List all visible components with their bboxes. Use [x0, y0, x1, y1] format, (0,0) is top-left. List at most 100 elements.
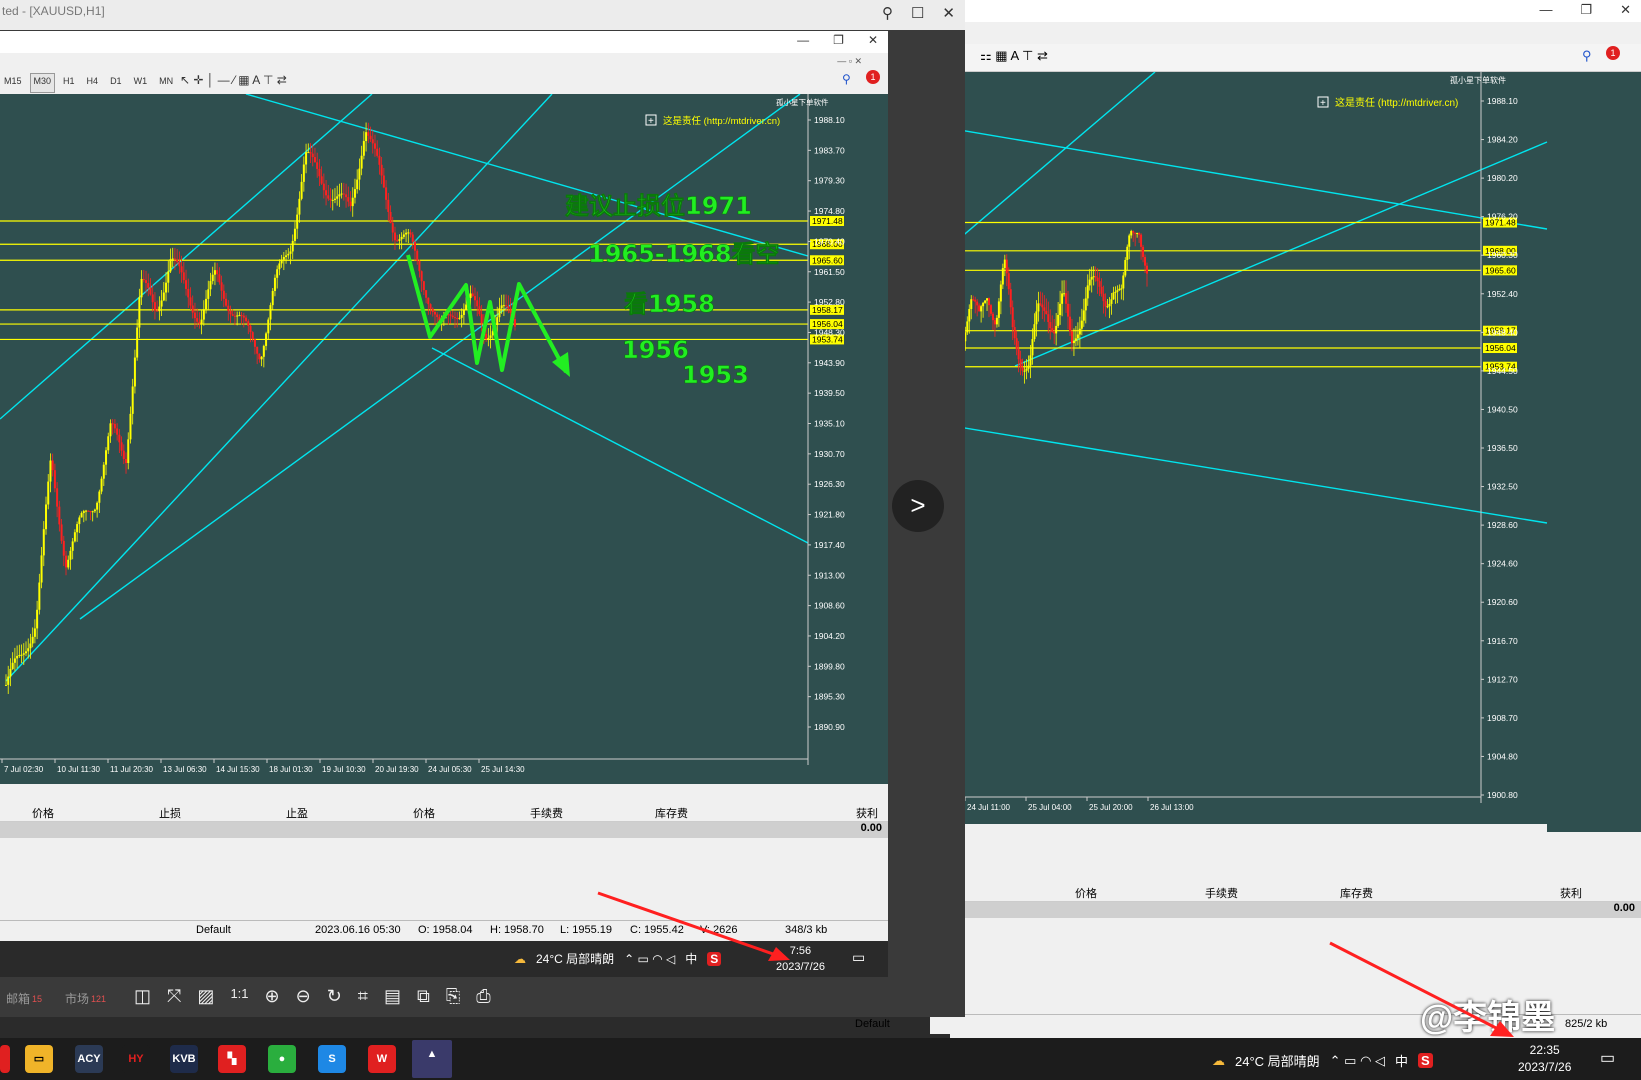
candle-body: [489, 335, 492, 338]
save-icon[interactable]: ⎘: [446, 986, 460, 1007]
restore-icon[interactable]: ❐: [833, 33, 844, 47]
close-icon[interactable]: ✕: [868, 33, 878, 47]
x-tick-label-4: 14 Jul 15:30: [216, 765, 260, 774]
sub-window-buttons[interactable]: — ▫ ✕: [837, 56, 862, 67]
word-icon[interactable]: ▤: [384, 986, 401, 1007]
tf-m30[interactable]: M30: [29, 73, 56, 93]
folder-icon[interactable]: ▭: [25, 1045, 53, 1073]
candle-body: [1059, 303, 1062, 315]
sogou-icon[interactable]: S: [707, 951, 722, 966]
candle-body: [356, 179, 359, 190]
notification-badge[interactable]: 1: [1606, 46, 1620, 60]
candle-body: [1063, 293, 1066, 295]
candle-body: [1110, 299, 1113, 304]
candle-body: [58, 506, 61, 525]
candle-body: [1126, 246, 1129, 261]
candle-body: [51, 460, 54, 471]
candle-body: [1047, 314, 1050, 323]
restore-icon[interactable]: ❐: [1580, 2, 1592, 18]
candle-body: [62, 540, 65, 556]
candle-body: [1128, 235, 1131, 247]
app-s-icon[interactable]: S: [318, 1045, 346, 1073]
close-icon[interactable]: ✕: [942, 4, 955, 22]
search-icon[interactable]: ⚲: [842, 72, 851, 86]
x-tick-label-4: 25 Jul 20:00: [1089, 803, 1133, 812]
ime-indicator[interactable]: 中: [685, 950, 697, 967]
status-volume: V: 2626: [700, 924, 738, 936]
app-hy[interactable]: HY: [122, 1045, 150, 1073]
ime-indicator[interactable]: 中: [1395, 1051, 1408, 1070]
trade-table-header: 价格 止损 止盈 价格 手续费 库存费 获利: [0, 802, 888, 822]
tab-market[interactable]: 市场: [65, 990, 89, 1007]
copy-icon[interactable]: ⧉: [417, 986, 430, 1007]
notification-icon[interactable]: ▭: [1600, 1048, 1615, 1068]
left-chart[interactable]: 1971.481968.001965.601958.171956.041953.…: [0, 94, 888, 784]
candle-body: [367, 132, 370, 136]
close-icon[interactable]: ✕: [1620, 2, 1631, 18]
candle-body: [289, 251, 292, 254]
candle-body: [231, 314, 234, 316]
image-edit-icon[interactable]: ▨: [197, 986, 214, 1007]
actual-size-icon[interactable]: 1:1: [230, 986, 248, 1007]
minimize-icon[interactable]: —: [1539, 2, 1552, 18]
maximize-icon[interactable]: ☐: [911, 4, 924, 22]
app-kvb[interactable]: KVB: [170, 1045, 198, 1073]
candle-body: [76, 524, 79, 533]
wechat-icon[interactable]: ●: [268, 1045, 296, 1073]
right-chart[interactable]: 1971.481968.001965.601958.171956.041953.…: [930, 72, 1641, 832]
status-datetime: 2023.06.16 05:30: [315, 924, 401, 936]
tool-icons[interactable]: ⚏ ▦ A ⊤ ⇄: [980, 48, 1048, 64]
candle-body: [1041, 304, 1044, 308]
tf-mn[interactable]: MN: [155, 73, 177, 93]
col-fee: 手续费: [1205, 888, 1238, 900]
sogou-icon[interactable]: S: [1418, 1053, 1433, 1068]
candle-body: [162, 292, 165, 301]
tf-h1[interactable]: H1: [59, 73, 79, 93]
candle-body: [247, 321, 250, 326]
right-profit-total: 0.00: [930, 902, 1641, 918]
candle-body: [1132, 231, 1135, 233]
candle-body: [156, 310, 159, 312]
viewer-tools: ◫ ⤧ ▨ 1:1 ⊕ ⊖ ↻ ⌗ ▤ ⧉ ⎘ ⎙: [134, 986, 491, 1007]
tf-h4[interactable]: H4: [83, 73, 103, 93]
split-icon[interactable]: ◫: [134, 986, 151, 1007]
app-acy[interactable]: ACY: [75, 1045, 103, 1073]
candle-body: [1017, 349, 1020, 360]
cursor-tools[interactable]: ↖ ✛ │ — ⁄ ▦ A ⊤ ⇄: [180, 73, 287, 87]
tf-w1[interactable]: W1: [130, 73, 152, 93]
candle-body: [986, 298, 989, 301]
tf-d1[interactable]: D1: [106, 73, 126, 93]
col-price: 价格: [32, 808, 54, 820]
zoom-out-icon[interactable]: ⊖: [296, 986, 311, 1007]
tray-icons[interactable]: ⌃ ▭ ◠ ◁: [1330, 1053, 1385, 1069]
pdf-icon[interactable]: ▚: [218, 1045, 246, 1073]
candle-body: [449, 314, 452, 316]
print-icon[interactable]: ⎙: [476, 986, 490, 1007]
candle-body: [1053, 331, 1056, 334]
fit-icon[interactable]: ⤧: [167, 986, 181, 1007]
candle-body: [458, 317, 461, 319]
candle-body: [13, 658, 16, 663]
rotate-icon[interactable]: ↻: [327, 986, 342, 1007]
app-wps[interactable]: W: [368, 1045, 396, 1073]
candle-body: [131, 386, 134, 414]
next-image-button[interactable]: >: [892, 480, 944, 532]
zoom-in-icon[interactable]: ⊕: [265, 986, 280, 1007]
app-icon-red[interactable]: [0, 1045, 10, 1073]
candle-body: [500, 305, 503, 309]
notification-badge[interactable]: 1: [866, 70, 880, 84]
candle-body: [1074, 338, 1077, 341]
tf-m15[interactable]: M15: [0, 73, 26, 93]
candle-body: [376, 148, 379, 156]
crop-icon[interactable]: ⌗: [358, 986, 368, 1007]
photos-icon[interactable]: ▲: [412, 1040, 452, 1078]
right-title-bar: — ❐ ✕: [950, 0, 1641, 22]
search-icon[interactable]: ⚲: [1582, 48, 1592, 64]
pin-icon[interactable]: ⚲: [882, 4, 893, 22]
tray-icons[interactable]: ⌃ ▭ ◠ ◁: [624, 952, 675, 966]
minimize-icon[interactable]: —: [797, 33, 809, 47]
candle-body: [82, 511, 85, 514]
notification-icon[interactable]: ▭: [852, 949, 865, 966]
tab-mailbox[interactable]: 邮箱: [6, 990, 30, 1007]
left-banner: 这是责任 (http://mtdriver.cn): [663, 115, 780, 127]
